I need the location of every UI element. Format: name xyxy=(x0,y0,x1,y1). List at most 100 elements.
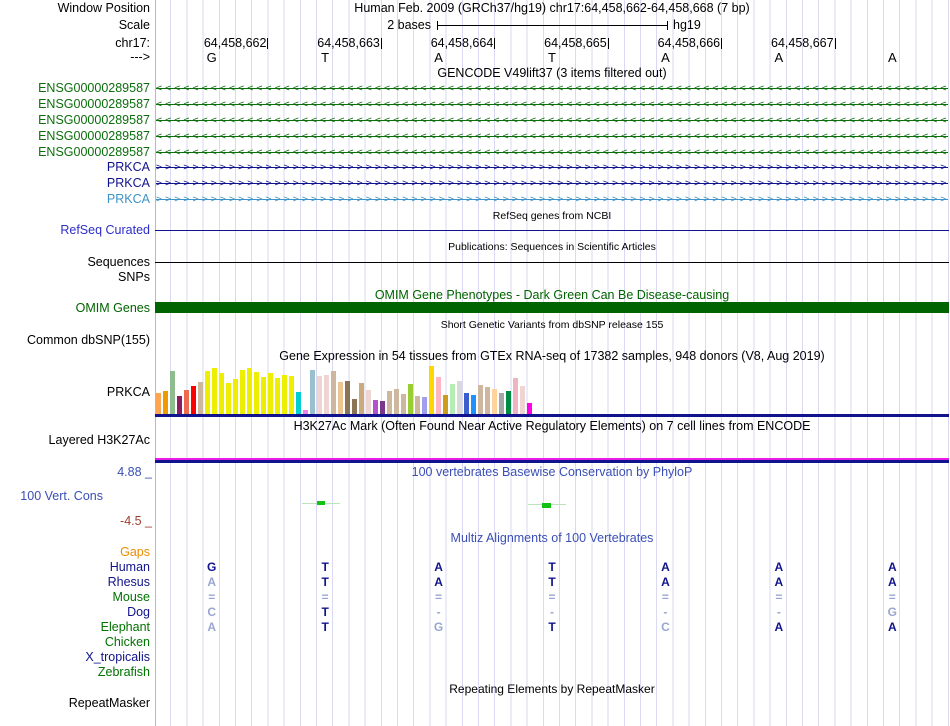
gtex-tissue-bar[interactable] xyxy=(345,381,350,414)
gtex-tissue-bar[interactable] xyxy=(373,400,378,414)
gtex-tissue-bar[interactable] xyxy=(338,382,343,414)
gene-label[interactable]: PRKCA xyxy=(0,177,150,190)
common-dbsnp-label[interactable]: Common dbSNP(155) xyxy=(0,334,150,347)
gtex-tissue-bar[interactable] xyxy=(191,386,196,414)
gtex-tissue-bar[interactable] xyxy=(485,387,490,414)
gtex-tissue-bar[interactable] xyxy=(219,373,224,414)
alignment-base[interactable]: T xyxy=(541,576,563,589)
gtex-tissue-bar[interactable] xyxy=(380,401,385,414)
gene-label[interactable]: ENSG00000289587 xyxy=(0,146,150,159)
gtex-tissue-bar[interactable] xyxy=(352,399,357,414)
gtex-tissue-bar[interactable] xyxy=(366,390,371,414)
alignment-base[interactable]: A xyxy=(201,621,223,634)
alignment-base[interactable]: A xyxy=(768,576,790,589)
alignment-base[interactable]: A xyxy=(428,561,450,574)
gtex-tissue-bar[interactable] xyxy=(443,395,448,414)
species-label[interactable]: Mouse xyxy=(0,591,150,604)
species-label[interactable]: Elephant xyxy=(0,621,150,634)
alignment-base[interactable]: T xyxy=(541,621,563,634)
gtex-tissue-bar[interactable] xyxy=(408,384,413,414)
alignment-base[interactable]: = xyxy=(654,591,676,604)
gtex-tissue-bar[interactable] xyxy=(317,376,322,414)
gtex-tissue-bar[interactable] xyxy=(436,377,441,414)
gtex-tissue-bar[interactable] xyxy=(513,378,518,414)
gene-label[interactable]: ENSG00000289587 xyxy=(0,130,150,143)
alignment-base[interactable]: T xyxy=(314,576,336,589)
alignment-base[interactable]: = xyxy=(768,591,790,604)
alignment-base[interactable]: G xyxy=(201,561,223,574)
gtex-tissue-bar[interactable] xyxy=(289,376,294,414)
gene-label[interactable]: PRKCA xyxy=(0,161,150,174)
species-label[interactable]: Zebrafish xyxy=(0,666,150,679)
gtex-tissue-bar[interactable] xyxy=(492,389,497,414)
alignment-base[interactable]: = xyxy=(201,591,223,604)
alignment-base[interactable]: C xyxy=(201,606,223,619)
gene-label[interactable]: ENSG00000289587 xyxy=(0,114,150,127)
gene-item-row[interactable]: <<<<<<<<<<<<<<<<<<<<<<<<<<<<<<<<<<<<<<<<… xyxy=(156,82,948,95)
gene-label[interactable]: ENSG00000289587 xyxy=(0,98,150,111)
gtex-tissue-bar[interactable] xyxy=(450,384,455,414)
gtex-tissue-bar[interactable] xyxy=(177,396,182,414)
gtex-tissue-bar[interactable] xyxy=(394,389,399,414)
gtex-tissue-bar[interactable] xyxy=(212,368,217,414)
gtex-gene-label[interactable]: PRKCA xyxy=(0,386,150,399)
gtex-tissue-bar[interactable] xyxy=(471,395,476,414)
alignment-base[interactable]: A xyxy=(768,561,790,574)
gene-item-row[interactable]: >>>>>>>>>>>>>>>>>>>>>>>>>>>>>>>>>>>>>>>>… xyxy=(156,161,948,174)
gtex-tissue-bar[interactable] xyxy=(359,383,364,414)
gtex-tissue-bar[interactable] xyxy=(240,370,245,414)
alignment-base[interactable]: T xyxy=(314,606,336,619)
alignment-base[interactable]: A xyxy=(654,576,676,589)
gtex-tissue-bar[interactable] xyxy=(457,381,462,414)
gtex-tissue-bar[interactable] xyxy=(401,394,406,414)
gtex-tissue-bar[interactable] xyxy=(205,371,210,414)
h3k27ac-signal-navy[interactable] xyxy=(155,460,949,463)
gene-item-row[interactable]: >>>>>>>>>>>>>>>>>>>>>>>>>>>>>>>>>>>>>>>>… xyxy=(156,193,948,206)
phylop-bar-1[interactable] xyxy=(317,501,325,505)
gtex-tissue-bar[interactable] xyxy=(226,383,231,414)
gene-item-row[interactable]: <<<<<<<<<<<<<<<<<<<<<<<<<<<<<<<<<<<<<<<<… xyxy=(156,130,948,143)
alignment-base[interactable]: T xyxy=(314,621,336,634)
gtex-tissue-bar[interactable] xyxy=(387,391,392,414)
gtex-tissue-bar[interactable] xyxy=(478,385,483,414)
gene-item-row[interactable]: <<<<<<<<<<<<<<<<<<<<<<<<<<<<<<<<<<<<<<<<… xyxy=(156,114,948,127)
species-label[interactable]: X_tropicalis xyxy=(0,651,150,664)
species-label[interactable]: Rhesus xyxy=(0,576,150,589)
sequences-label[interactable]: Sequences xyxy=(0,256,150,269)
gtex-tissue-bar[interactable] xyxy=(170,371,175,414)
gtex-tissue-bar[interactable] xyxy=(156,393,161,414)
alignment-base[interactable]: A xyxy=(201,576,223,589)
gtex-tissue-bar[interactable] xyxy=(331,371,336,414)
snps-label[interactable]: SNPs xyxy=(0,271,150,284)
gene-item-row[interactable]: >>>>>>>>>>>>>>>>>>>>>>>>>>>>>>>>>>>>>>>>… xyxy=(156,177,948,190)
alignment-base[interactable]: A xyxy=(881,621,903,634)
repeatmasker-label[interactable]: RepeatMasker xyxy=(0,697,150,710)
alignment-base[interactable]: A xyxy=(428,576,450,589)
gtex-tissue-bar[interactable] xyxy=(415,396,420,414)
gtex-tissue-bar[interactable] xyxy=(233,379,238,414)
sequences-item[interactable] xyxy=(155,262,949,263)
species-label[interactable]: Gaps xyxy=(0,546,150,559)
alignment-base[interactable]: C xyxy=(654,621,676,634)
alignment-base[interactable]: = xyxy=(541,591,563,604)
gtex-tissue-bar[interactable] xyxy=(163,391,168,414)
gene-label[interactable]: PRKCA xyxy=(0,193,150,206)
gtex-tissue-bar[interactable] xyxy=(506,391,511,414)
species-label[interactable]: Human xyxy=(0,561,150,574)
alignment-base[interactable]: T xyxy=(314,561,336,574)
gtex-tissue-bar[interactable] xyxy=(261,377,266,414)
omim-genes-label[interactable]: OMIM Genes xyxy=(0,302,150,315)
alignment-base[interactable]: = xyxy=(428,591,450,604)
alignment-base[interactable]: - xyxy=(541,606,563,619)
refseq-curated-label[interactable]: RefSeq Curated xyxy=(0,224,150,237)
gtex-tissue-bar[interactable] xyxy=(198,382,203,414)
alignment-base[interactable]: - xyxy=(654,606,676,619)
alignment-base[interactable]: A xyxy=(881,576,903,589)
gtex-tissue-bar[interactable] xyxy=(422,397,427,414)
phylop-bar-2[interactable] xyxy=(542,503,551,508)
gtex-tissue-bar[interactable] xyxy=(268,373,273,414)
alignment-base[interactable]: A xyxy=(654,561,676,574)
layered-h3k27ac-label[interactable]: Layered H3K27Ac xyxy=(0,434,150,447)
omim-gene-item[interactable] xyxy=(155,302,949,313)
gtex-tissue-bar[interactable] xyxy=(282,375,287,414)
